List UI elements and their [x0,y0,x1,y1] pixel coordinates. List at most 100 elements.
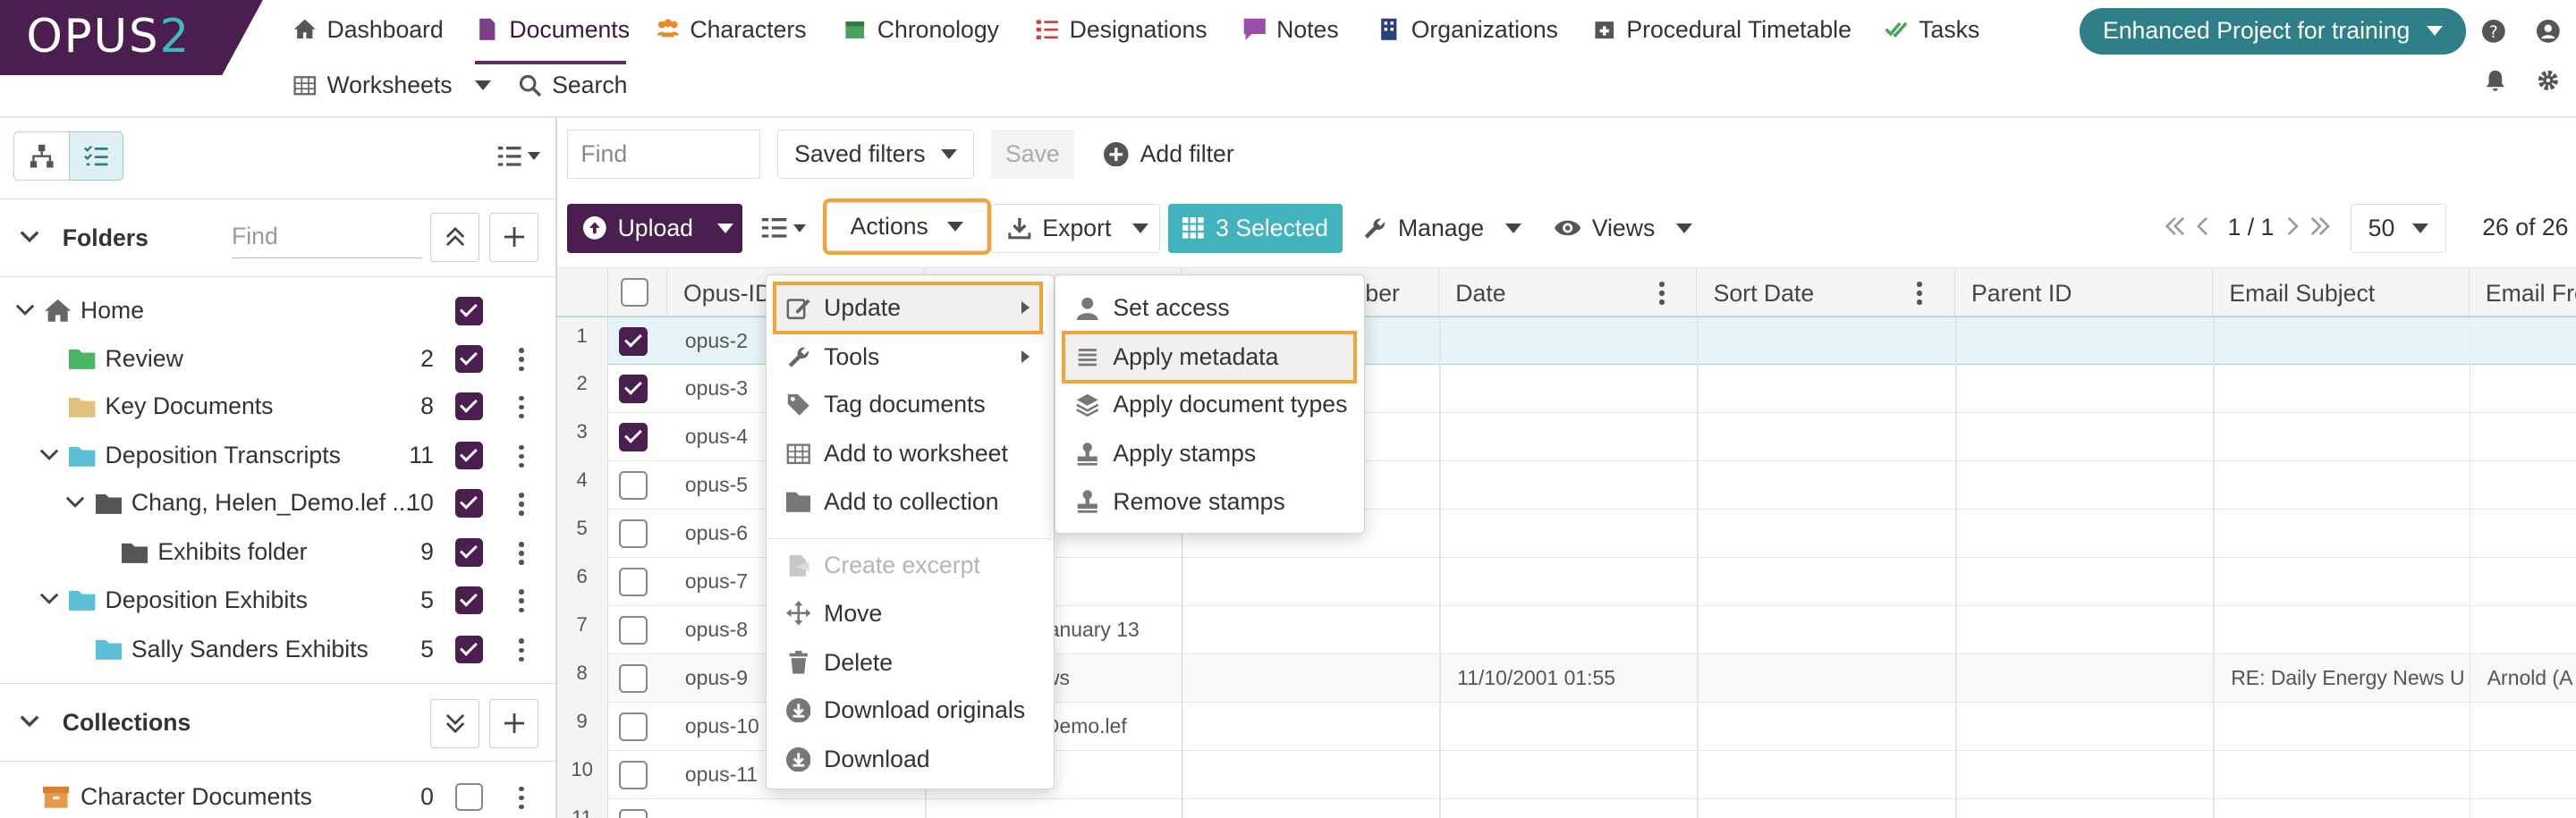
nav-tasks[interactable]: Tasks [1885,15,1979,45]
folder-checkbox[interactable] [454,442,483,470]
nav-dashboard[interactable]: Dashboard [292,15,444,45]
kebab-menu-icon[interactable] [519,348,525,372]
kebab-menu-icon[interactable] [519,542,525,565]
folder-checkbox[interactable] [454,344,483,373]
user-icon[interactable] [2536,20,2560,43]
kebab-menu-icon[interactable] [519,786,525,810]
kebab-menu-icon[interactable] [519,444,525,468]
row-checkbox[interactable] [619,423,648,451]
chevron-down-icon[interactable] [39,591,59,607]
folder-checkbox[interactable] [454,392,483,421]
column-options-button[interactable] [496,145,540,168]
collection-row-character-documents[interactable]: Character Documents 0 [0,773,555,818]
collapse-icon[interactable] [20,713,39,729]
chevron-down-icon[interactable] [39,447,59,463]
menu-item-tag-documents[interactable]: Tag documents [776,382,986,427]
menu-item-add-to-worksheet[interactable]: Add to worksheet [776,431,1008,476]
actions-dropdown[interactable]: Actions [822,198,991,255]
collapse-all-button[interactable] [430,212,480,263]
add-filter-button[interactable]: Add filter [1104,130,1234,179]
chevron-down-icon[interactable] [65,494,85,510]
help-icon[interactable]: ? [2482,20,2505,43]
nav-search[interactable]: Search [518,71,627,100]
folders-find-input[interactable]: Find [231,216,423,259]
table-row[interactable]: 11 [556,799,2576,818]
nav-notes[interactable]: Notes [1242,15,1339,45]
menu-item-tools[interactable]: Tools [776,334,1039,380]
row-checkbox[interactable] [619,327,648,356]
folder-checkbox[interactable] [454,586,483,614]
column-date[interactable]: Date [1439,268,1698,318]
folder-row-deposition-exhibits[interactable]: Deposition Exhibits 5 [0,577,555,624]
folder-checkbox[interactable] [454,635,483,664]
prev-page-icon[interactable] [2196,216,2210,236]
selected-count-button[interactable]: 3 Selected [1167,203,1343,253]
row-checkbox[interactable] [619,519,648,548]
menu-item-update[interactable]: Update [772,281,1043,335]
folder-row-deposition-transcripts[interactable]: Deposition Transcripts 11 [0,432,555,479]
export-dropdown[interactable]: Export [990,203,1160,253]
row-checkbox[interactable] [619,664,648,693]
bell-icon[interactable] [2484,69,2507,92]
expand-all-button[interactable] [430,698,480,748]
project-selector[interactable]: Enhanced Project for training [2080,8,2466,55]
column-email-subject[interactable]: Email Subject [2213,268,2470,318]
kebab-menu-icon[interactable] [519,589,525,613]
first-page-icon[interactable] [2164,216,2187,236]
upload-button[interactable]: Upload [566,203,743,253]
manage-dropdown[interactable]: Manage [1362,204,1522,253]
row-checkbox[interactable] [619,761,648,789]
menu-item-move[interactable]: Move [776,590,882,636]
next-page-icon[interactable] [2285,216,2299,236]
kebab-menu-icon[interactable] [519,638,525,662]
views-dropdown[interactable]: Views [1554,204,1693,253]
menu-item-download-originals[interactable]: Download originals [776,687,1025,733]
submenu-item-apply-document-types[interactable]: Apply document types [1065,382,1347,427]
saved-filters-dropdown[interactable]: Saved filters [776,130,975,180]
add-folder-button[interactable] [489,212,539,263]
add-collection-button[interactable] [489,698,539,748]
row-checkbox[interactable] [619,471,648,500]
nav-designations[interactable]: Designations [1035,15,1208,45]
checklist-view-button[interactable] [69,131,123,181]
page-size-select[interactable]: 50 [2351,203,2446,253]
column-parent-id[interactable]: Parent ID [1955,268,2214,318]
column-sort-date[interactable]: Sort Date [1697,268,1955,318]
row-checkbox[interactable] [619,568,648,596]
submenu-item-apply-stamps[interactable]: Apply stamps [1065,431,1256,476]
menu-item-download[interactable]: Download [776,737,930,782]
folder-row-exhibits-folder[interactable]: Exhibits folder 9 [0,528,555,576]
folder-row-home[interactable]: Home [0,287,555,334]
column-email-from[interactable]: Email Fro [2470,268,2576,317]
nav-organizations[interactable]: Organizations [1377,15,1558,45]
submenu-item-remove-stamps[interactable]: Remove stamps [1065,478,1285,524]
row-checkbox[interactable] [619,809,648,818]
folder-checkbox[interactable] [454,538,483,567]
brand-logo[interactable]: OPUS2 [0,0,263,76]
gear-icon[interactable] [2537,69,2560,92]
collapse-icon[interactable] [20,229,39,245]
nav-procedural-timetable[interactable]: Procedural Timetable [1592,15,1852,45]
row-checkbox[interactable] [619,616,648,645]
folder-row-key-documents[interactable]: Key Documents 8 [0,383,555,430]
grid-options-button[interactable] [760,204,807,253]
row-checkbox[interactable] [619,713,648,741]
folder-checkbox[interactable] [454,489,483,518]
column-menu-icon[interactable] [1659,282,1665,305]
nav-worksheets[interactable]: Worksheets [292,71,492,100]
submenu-item-set-access[interactable]: Set access [1065,285,1230,331]
menu-item-add-to-collection[interactable]: Add to collection [776,478,999,524]
menu-item-delete[interactable]: Delete [776,639,893,685]
documents-find-input[interactable]: Find [566,130,761,180]
tree-view-button[interactable] [13,131,71,181]
chevron-down-icon[interactable] [15,302,34,318]
nav-documents[interactable]: Documents [475,15,630,45]
column-menu-icon[interactable] [1917,282,1923,305]
submenu-item-apply-metadata[interactable]: Apply metadata [1062,330,1357,384]
folder-row-chang-helen[interactable]: Chang, Helen_Demo.lef ... 10 [0,479,555,527]
row-checkbox[interactable] [619,375,648,403]
folder-checkbox[interactable] [454,297,483,325]
last-page-icon[interactable] [2309,216,2332,236]
nav-characters[interactable]: Characters [656,15,807,45]
save-button[interactable]: Save [990,130,1075,180]
